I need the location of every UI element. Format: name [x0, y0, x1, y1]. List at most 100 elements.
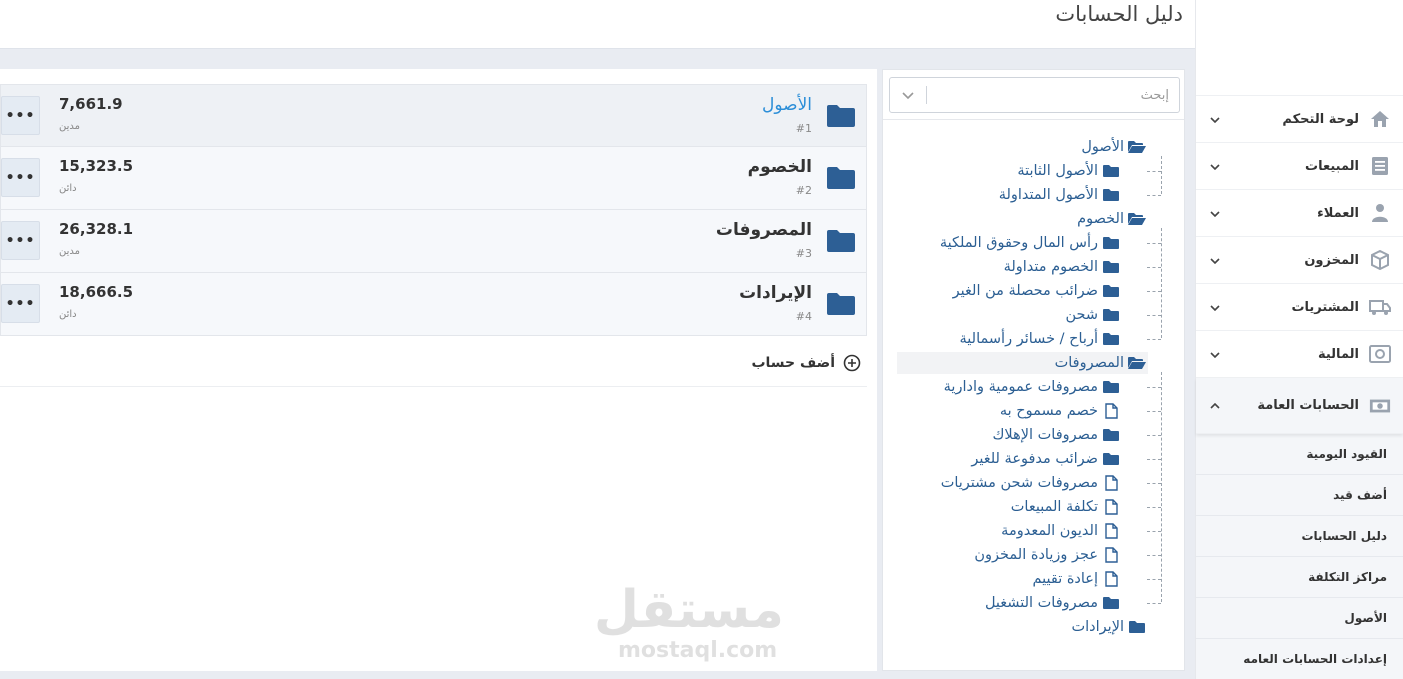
account-row[interactable]: الإيرادات #4 18,666.5 دائن ••• — [0, 273, 867, 336]
folder-icon — [826, 166, 856, 190]
more-options-button[interactable]: ••• — [1, 96, 40, 135]
tree-node-label: المصروفات — [1054, 355, 1124, 371]
account-name[interactable]: الإيرادات — [739, 283, 812, 303]
submenu-item-journal-entries[interactable]: القيود اليومية — [1196, 434, 1403, 475]
account-balance: 15,323.5 — [59, 157, 134, 175]
box-icon — [1369, 249, 1391, 271]
tree-node[interactable]: الخصوم متداولة — [1004, 256, 1122, 278]
folder-icon — [1100, 235, 1122, 251]
tree-node[interactable]: المصروفات — [897, 352, 1148, 374]
page-header: دليل الحسابات — [0, 0, 1195, 49]
account-row[interactable]: الأصول #1 7,661.9 مدين ••• — [0, 84, 867, 147]
tree-connector — [1161, 228, 1162, 338]
tree-connector — [1147, 267, 1161, 268]
tree-node[interactable]: الأصول الثابتة — [1017, 160, 1122, 182]
tree-connector — [1147, 483, 1161, 484]
tree-node[interactable]: خصم مسموح به — [1000, 400, 1122, 422]
submenu-item-cost-centers[interactable]: مراكز التكلفة — [1196, 557, 1403, 598]
submenu-item-assets[interactable]: الأصول — [1196, 598, 1403, 639]
tree-node[interactable]: ضرائب محصلة من الغير — [953, 280, 1122, 302]
sidebar-item-customers[interactable]: العملاء — [1196, 190, 1403, 237]
account-name[interactable]: المصروفات — [716, 220, 812, 240]
page-title: دليل الحسابات — [1055, 2, 1183, 26]
tree-node[interactable]: مصروفات عمومية وادارية — [944, 376, 1122, 398]
more-options-button[interactable]: ••• — [1, 158, 40, 197]
add-account-label: أضف حساب — [751, 355, 835, 371]
tree-node-label: مصروفات الإهلاك — [992, 427, 1098, 443]
file-icon — [1100, 571, 1122, 587]
folder-icon — [1100, 259, 1122, 275]
folder-icon — [1100, 283, 1122, 299]
tree-node[interactable]: ضرائب مدفوعة للغير — [971, 448, 1122, 470]
sidebar-item-inventory[interactable]: المخزون — [1196, 237, 1403, 284]
sidebar-item-purchases[interactable]: المشتريات — [1196, 284, 1403, 331]
folder-open-icon — [1126, 211, 1148, 227]
submenu-item-add-entry[interactable]: أضف قيد — [1196, 475, 1403, 516]
tree-node[interactable]: مصروفات الإهلاك — [992, 424, 1122, 446]
sidebar-item-label: لوحة التحكم — [1282, 111, 1359, 127]
tree-node-label: ضرائب مدفوعة للغير — [971, 451, 1098, 467]
chevron-down-icon — [1204, 301, 1226, 314]
account-balance-type: دائن — [59, 183, 77, 194]
tree-node[interactable]: مصروفات شحن مشتريات — [941, 472, 1122, 494]
invoice-icon — [1369, 155, 1391, 177]
tree-connector — [1147, 315, 1161, 316]
add-account-button[interactable]: أضف حساب — [751, 352, 861, 374]
tree-node[interactable]: رأس المال وحقوق الملكية — [940, 232, 1122, 254]
tree-node[interactable]: شحن — [1065, 304, 1122, 326]
folder-icon — [826, 104, 856, 128]
tree-connector — [1147, 507, 1161, 508]
account-name[interactable]: الخصوم — [748, 157, 812, 177]
file-icon — [1100, 475, 1122, 491]
tree-node[interactable]: مصروفات التشغيل — [985, 592, 1122, 614]
account-balance-type: مدين — [59, 246, 81, 257]
tree-node[interactable]: الخصوم — [1077, 208, 1148, 230]
sidebar-item-sales[interactable]: المبيعات — [1196, 143, 1403, 190]
search-input[interactable] — [927, 78, 1179, 112]
tree-node[interactable]: إعادة تقييم — [1032, 568, 1122, 590]
tree-node[interactable]: الديون المعدومة — [1001, 520, 1122, 542]
submenu-item-general-settings[interactable]: إعدادات الحسابات العامه — [1196, 639, 1403, 679]
folder-open-icon — [1126, 355, 1148, 371]
sidebar-item-finance[interactable]: المالية — [1196, 331, 1403, 378]
tree-node[interactable]: تكلفة المبيعات — [1011, 496, 1122, 518]
account-code: #4 — [795, 310, 812, 323]
tree-node[interactable]: الأصول — [1081, 136, 1148, 158]
account-name[interactable]: الأصول — [762, 95, 812, 115]
account-balance-type: مدين — [59, 121, 81, 132]
tree-connector — [1161, 156, 1162, 194]
tree-node-label: الأصول المتداولة — [998, 187, 1098, 203]
folder-icon — [1100, 307, 1122, 323]
more-options-button[interactable]: ••• — [1, 284, 40, 323]
tree-connector — [1147, 195, 1161, 196]
tree-node-label: مصروفات عمومية وادارية — [943, 379, 1098, 395]
sidebar-item-label: المخزون — [1304, 252, 1359, 268]
search-select[interactable] — [889, 77, 1180, 113]
sidebar-item-general-accounts[interactable]: الحسابات العامة — [1196, 378, 1403, 434]
sidebar-item-dashboard[interactable]: لوحة التحكم — [1196, 96, 1403, 143]
search-separator — [926, 86, 927, 104]
tree-node[interactable]: الأصول المتداولة — [999, 184, 1122, 206]
tree-node-label: الأصول — [1081, 139, 1124, 155]
folder-icon — [1100, 187, 1122, 203]
more-options-button[interactable]: ••• — [1, 221, 40, 260]
folder-icon — [1100, 451, 1122, 467]
account-row[interactable]: المصروفات #3 26,328.1 مدين ••• — [0, 210, 867, 273]
chevron-down-icon[interactable] — [900, 87, 916, 103]
tree-connector — [1147, 243, 1161, 244]
submenu-item-chart-of-accounts[interactable]: دليل الحسابات — [1196, 516, 1403, 557]
account-code: #1 — [795, 122, 812, 135]
tree-node-label: مصروفات شحن مشتريات — [940, 475, 1098, 491]
account-balance-type: دائن — [59, 309, 77, 320]
safe-icon — [1369, 343, 1391, 365]
tree-connector — [1147, 555, 1161, 556]
account-row[interactable]: الخصوم #2 15,323.5 دائن ••• — [0, 147, 867, 210]
folder-icon — [1100, 427, 1122, 443]
tree-node-label: عجز وزيادة المخزون — [974, 547, 1098, 563]
tree-connector — [1147, 387, 1161, 388]
tree-node[interactable]: أرباح / خسائر رأسمالية — [960, 328, 1122, 350]
tree-node[interactable]: عجز وزيادة المخزون — [974, 544, 1122, 566]
tree-node[interactable]: الإيرادات — [1072, 616, 1149, 638]
sidebar-logo-area — [1196, 0, 1403, 96]
tree-node-label: الديون المعدومة — [1001, 523, 1098, 539]
